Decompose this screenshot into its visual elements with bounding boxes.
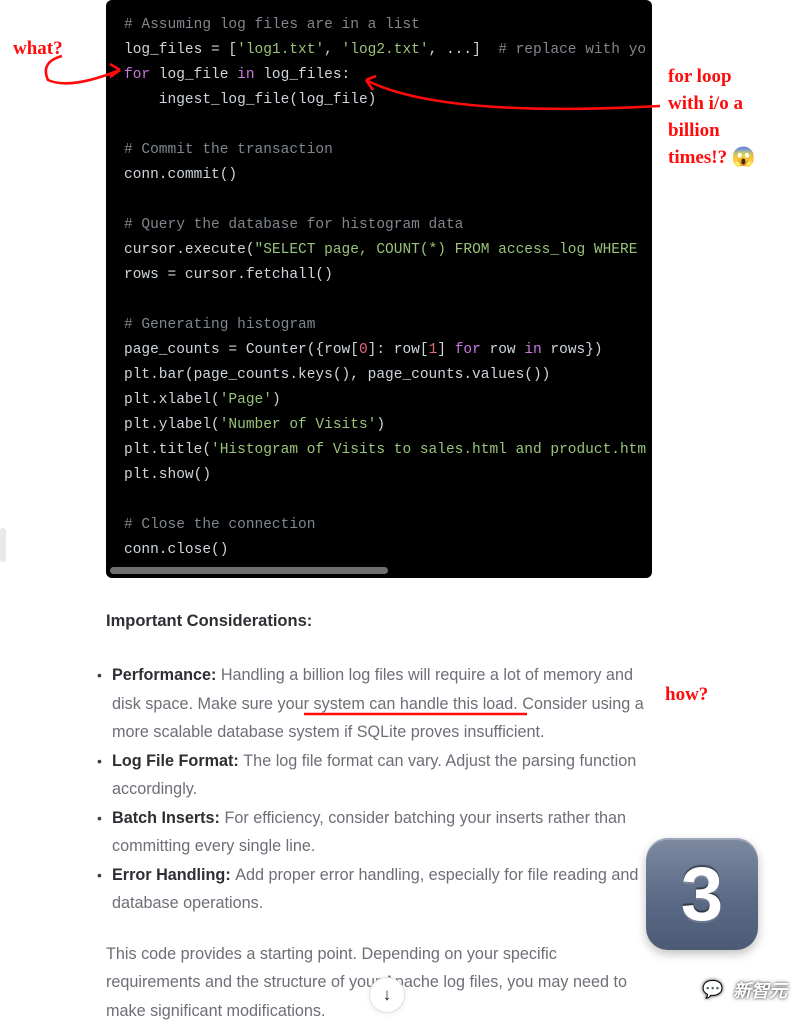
annotation-text: billion [668, 120, 720, 141]
code-text: plt.bar(page_counts.keys(), page_counts.… [124, 367, 550, 383]
code-text: , [324, 42, 341, 58]
code-text: log_files: [255, 67, 351, 83]
left-scroll-indicator [0, 528, 6, 562]
code-keyword: in [237, 67, 254, 83]
code-text: log_files = [ [124, 42, 237, 58]
scream-emoji-icon: 😱 [732, 147, 756, 168]
item-label: Batch Inserts: [112, 809, 224, 827]
item-label: Log File Format: [112, 752, 243, 770]
considerations-list: Performance: Handling a billion log file… [106, 661, 652, 918]
code-text: ] [437, 342, 454, 358]
item-label: Performance: [112, 666, 221, 684]
code-text: log_file [150, 67, 237, 83]
watermark-text: 新智元 [733, 977, 787, 1003]
code-text: ingest_log_file(log_file) [124, 92, 376, 108]
code-text: ]: row[ [368, 342, 429, 358]
list-item: Batch Inserts: For efficiency, consider … [106, 804, 652, 861]
code-text: page_counts = Counter({row[ [124, 342, 359, 358]
step-badge: 3 [646, 838, 758, 950]
code-text: row [481, 342, 525, 358]
code-comment: # replace with yo [498, 42, 646, 58]
code-comment: # Assuming log files are in a list [124, 17, 420, 33]
content-column: # Assuming log files are in a list log_f… [106, 0, 652, 1025]
code-text: rows}) [542, 342, 603, 358]
code-string: 'Page' [220, 392, 272, 408]
wechat-icon: 💬 [700, 977, 726, 1003]
code-keyword: in [524, 342, 541, 358]
code-comment: # Close the connection [124, 517, 315, 533]
code-text: plt.show() [124, 467, 211, 483]
annotation-forloop: for loop with i/o a billion times!? 😱 [668, 63, 798, 171]
step-badge-value: 3 [681, 851, 723, 938]
list-item: Performance: Handling a billion log file… [106, 661, 652, 747]
code-comment: # Commit the transaction [124, 142, 333, 158]
code-text: ) [376, 417, 385, 433]
code-keyword: for [455, 342, 481, 358]
list-item: Error Handling: Add proper error handlin… [106, 861, 652, 918]
code-horizontal-scrollbar[interactable] [110, 567, 388, 574]
arrow-down-icon: ↓ [383, 985, 392, 1005]
code-text: cursor.execute( [124, 242, 255, 258]
code-text: conn.commit() [124, 167, 237, 183]
item-label: Error Handling: [112, 866, 235, 884]
annotation-text: times!? [668, 147, 727, 168]
code-keyword: for [124, 67, 150, 83]
watermark: 💬 新智元 [700, 977, 787, 1003]
code-number: 0 [359, 342, 368, 358]
annotation-what: what? [13, 35, 63, 62]
annotation-how: how? [665, 681, 708, 708]
annotation-text: with i/o a [668, 93, 743, 114]
code-text: ) [272, 392, 281, 408]
code-string: 'Histogram of Visits to sales.html and p… [211, 442, 646, 458]
annotation-text: for loop [668, 66, 732, 87]
code-text: conn.close() [124, 542, 228, 558]
code-string: "SELECT page, COUNT(*) FROM access_log W… [255, 242, 647, 258]
code-text: plt.title( [124, 442, 211, 458]
list-item: Log File Format: The log file format can… [106, 747, 652, 804]
code-text: , ...] [429, 42, 499, 58]
item-text-underlined: Make sure your system can handle this lo… [197, 695, 517, 713]
code-number: 1 [429, 342, 438, 358]
code-comment: # Query the database for histogram data [124, 217, 463, 233]
code-comment: # Generating histogram [124, 317, 315, 333]
code-text: rows = cursor.fetchall() [124, 267, 333, 283]
code-block[interactable]: # Assuming log files are in a list log_f… [106, 0, 652, 578]
code-string: 'Number of Visits' [220, 417, 377, 433]
code-string: 'log1.txt' [237, 42, 324, 58]
scroll-down-button[interactable]: ↓ [369, 977, 405, 1013]
code-string: 'log2.txt' [342, 42, 429, 58]
code-text: plt.ylabel( [124, 417, 220, 433]
considerations-heading: Important Considerations: [106, 612, 652, 631]
code-text: plt.xlabel( [124, 392, 220, 408]
